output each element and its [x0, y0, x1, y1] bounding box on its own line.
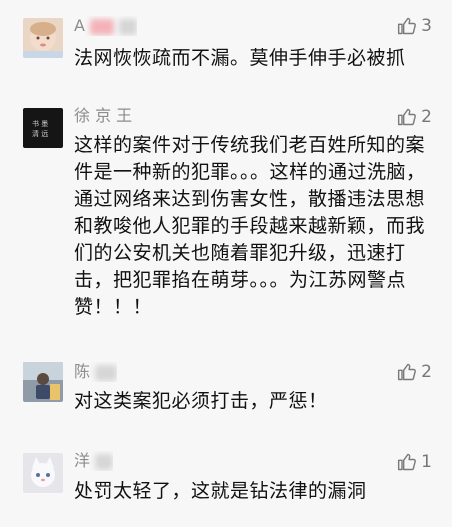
thumbs-up-icon — [398, 363, 417, 381]
baby-avatar-image — [23, 18, 63, 58]
comment-item: 书 墨 清 远 徐 京 王 2 这样的案件对于传统我们老百姓所知的案件是一种新的… — [0, 96, 452, 336]
like-button[interactable]: 2 — [397, 360, 432, 384]
calligraphy-avatar-image: 书 墨 清 远 — [23, 108, 63, 148]
like-button[interactable]: 3 — [397, 14, 432, 38]
thumbs-up-icon — [398, 17, 417, 35]
person-avatar-image — [23, 362, 63, 402]
comment-text: 对这类案犯必须打击，严惩！ — [74, 390, 328, 412]
thumbs-up-icon — [398, 108, 417, 126]
like-count: 2 — [421, 362, 432, 382]
commenter-name[interactable]: A — [74, 16, 138, 36]
like-count: 2 — [421, 107, 432, 127]
name-redaction — [90, 18, 115, 35]
name-redaction — [95, 364, 118, 381]
like-count: 3 — [421, 16, 432, 36]
comment-text: 处罚太轻了，这就是钻法律的漏洞 — [74, 480, 367, 502]
thumbs-up-icon — [398, 453, 417, 471]
comment-item: 洋 1 处罚太轻了，这就是钻法律的漏洞 — [0, 440, 452, 527]
name-redaction — [119, 18, 138, 35]
cat-avatar-image — [23, 453, 63, 493]
comment-item: 陈 2 对这类案犯必须打击，严惩！ — [0, 350, 452, 440]
commenter-name[interactable]: 洋 — [74, 451, 114, 471]
like-count: 1 — [421, 452, 432, 472]
comment-text: 这样的案件对于传统我们老百姓所知的案件是一种新的犯罪。。。这样的通过洗脑，通过网… — [74, 134, 426, 318]
avatar[interactable] — [23, 18, 63, 58]
avatar[interactable] — [23, 362, 63, 402]
like-button[interactable]: 2 — [397, 105, 432, 129]
commenter-name[interactable]: 徐 京 王 — [74, 106, 132, 126]
svg-text:书 墨: 书 墨 — [32, 119, 48, 128]
comment-item: A 3 法网恢恢疏而不漏。莫伸手伸手必被抓 — [0, 0, 452, 80]
commenter-name[interactable]: 陈 — [74, 362, 118, 382]
like-button[interactable]: 1 — [397, 450, 432, 474]
avatar[interactable] — [23, 453, 63, 493]
comment-text: 法网恢恢疏而不漏。莫伸手伸手必被抓 — [74, 47, 406, 69]
svg-text:清 远: 清 远 — [32, 129, 48, 138]
avatar[interactable]: 书 墨 清 远 — [23, 108, 63, 148]
name-redaction — [95, 453, 114, 470]
